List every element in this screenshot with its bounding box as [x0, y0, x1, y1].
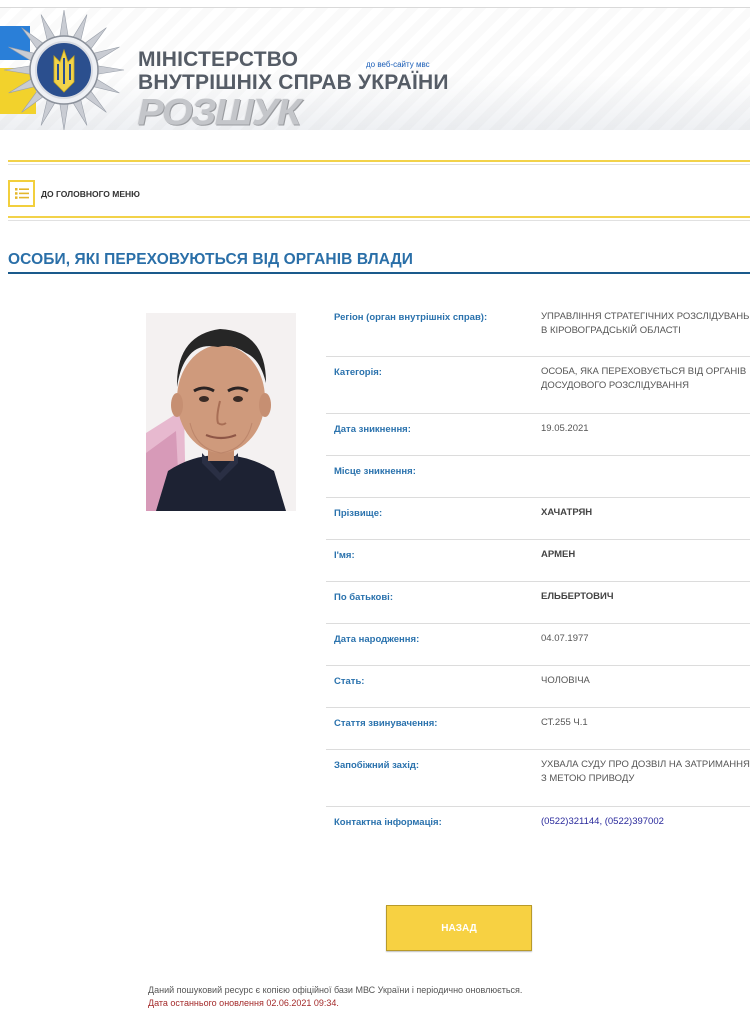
- site-header: Міністерство внутрішніх справ України до…: [0, 8, 750, 130]
- person-photo: [146, 313, 296, 511]
- divider: [8, 220, 750, 221]
- detail-row-surname: Прізвище: Хачатрян: [326, 498, 750, 540]
- police-star-emblem-icon[interactable]: [2, 8, 126, 130]
- footer-last-updated: Дата останнього оновлення 02.06.2021 09:…: [148, 998, 339, 1008]
- sex-label: Стать:: [334, 676, 365, 687]
- contact-label: Контактна інформація:: [334, 817, 442, 828]
- detail-row-category: Категорія: Особа, яка переховується від …: [326, 357, 750, 414]
- detail-row-birth-date: Дата народження: 04.07.1977: [326, 624, 750, 666]
- back-button[interactable]: Назад: [386, 905, 532, 951]
- birth-date-label: Дата народження:: [334, 634, 420, 645]
- category-label: Категорія:: [334, 367, 382, 378]
- detail-row-contact: Контактна інформація: (0522)321144, (052…: [326, 807, 750, 849]
- detail-row-disappearance-place: Місце зникнення:: [326, 456, 750, 498]
- patronymic-value: Ельбертович: [541, 591, 614, 602]
- first-name-label: І'мя:: [334, 550, 355, 561]
- divider: [8, 164, 750, 165]
- disappearance-place-label: Місце зникнення:: [334, 466, 416, 477]
- region-value: Управління стратегічних розслідувань в К…: [541, 311, 750, 336]
- title-underline: [8, 272, 750, 274]
- detail-row-sex: Стать: Чоловіча: [326, 666, 750, 708]
- main-menu-button[interactable]: [8, 180, 35, 207]
- charge-article-value: ст.255 ч.1: [541, 717, 588, 728]
- list-menu-icon: [14, 188, 29, 199]
- category-value: Особа, яка переховується від органів дос…: [541, 366, 747, 391]
- divider: [8, 160, 750, 162]
- detail-row-preventive-measure: Запобіжний захід: Ухвала суду про дозвіл…: [326, 750, 750, 807]
- person-details-table: Регіон (орган внутрішніх справ): Управлі…: [326, 300, 750, 849]
- surname-label: Прізвище:: [334, 508, 383, 519]
- contact-phone-link[interactable]: (0522)321144, (0522)397002: [541, 815, 750, 829]
- disappearance-date-value: 19.05.2021: [541, 423, 589, 434]
- mvs-website-link[interactable]: до веб-сайту мвс: [366, 60, 430, 69]
- first-name-value: Армен: [541, 549, 576, 560]
- birth-date-value: 04.07.1977: [541, 633, 589, 644]
- charge-article-label: Стаття звинувачення:: [334, 718, 438, 729]
- preventive-measure-label: Запобіжний захід:: [334, 760, 420, 771]
- main-menu-link[interactable]: До головного меню: [41, 189, 140, 199]
- surname-value: Хачатрян: [541, 507, 593, 518]
- rozshuk-section-logo: РОЗШУК: [137, 92, 301, 130]
- disappearance-date-label: Дата зникнення:: [334, 424, 411, 435]
- preventive-measure-value: Ухвала суду про дозвіл на затримання з м…: [541, 759, 750, 784]
- sex-value: Чоловіча: [541, 675, 590, 686]
- ministry-title-line2: внутрішніх справ України: [138, 71, 449, 94]
- footer-note: Даний пошуковий ресурс є копією офіційно…: [148, 985, 523, 995]
- patronymic-label: По батькові:: [334, 592, 393, 603]
- region-label: Регіон (орган внутрішніх справ):: [334, 312, 488, 323]
- detail-row-region: Регіон (орган внутрішніх справ): Управлі…: [326, 300, 750, 357]
- detail-row-patronymic: По батькові: Ельбертович: [326, 582, 750, 624]
- detail-row-charge-article: Стаття звинувачення: ст.255 ч.1: [326, 708, 750, 750]
- detail-row-first-name: І'мя: Армен: [326, 540, 750, 582]
- page-title: Особи, які переховуються від органів вла…: [8, 251, 413, 268]
- divider: [8, 216, 750, 218]
- detail-row-disappearance-date: Дата зникнення: 19.05.2021: [326, 414, 750, 456]
- ministry-title: Міністерство внутрішніх справ України: [138, 48, 449, 94]
